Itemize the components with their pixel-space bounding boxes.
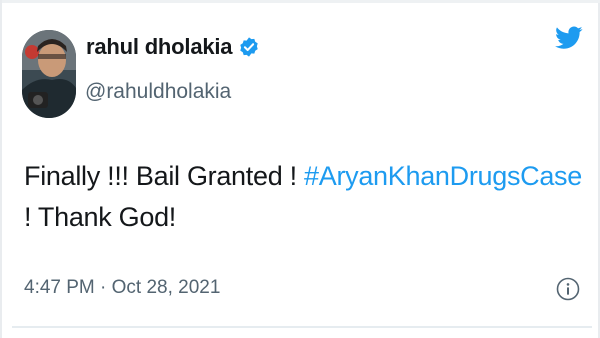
- info-icon[interactable]: [556, 277, 580, 301]
- verified-badge-icon: [238, 36, 260, 58]
- tweet-timestamp[interactable]: 4:47 PM · Oct 28, 2021: [24, 277, 220, 299]
- author-handle[interactable]: @rahuldholakia: [85, 80, 231, 104]
- tweet-text-part2: ! Thank God!: [24, 202, 176, 232]
- top-divider: [2, 0, 600, 3]
- tweet-text: Finally !!! Bail Granted ! #AryanKhanDru…: [24, 156, 584, 238]
- avatar[interactable]: [22, 30, 76, 118]
- hashtag-link[interactable]: #AryanKhanDrugsCase: [304, 161, 582, 191]
- tweet-card: rahul dholakia @rahuldholakia Finally !!…: [0, 0, 600, 338]
- twitter-bird-icon[interactable]: [555, 26, 583, 50]
- bottom-divider: [12, 326, 592, 328]
- display-name[interactable]: rahul dholakia: [86, 34, 233, 60]
- author-name-row[interactable]: rahul dholakia: [86, 34, 260, 60]
- tweet-text-part1: Finally !!! Bail Granted !: [24, 161, 305, 191]
